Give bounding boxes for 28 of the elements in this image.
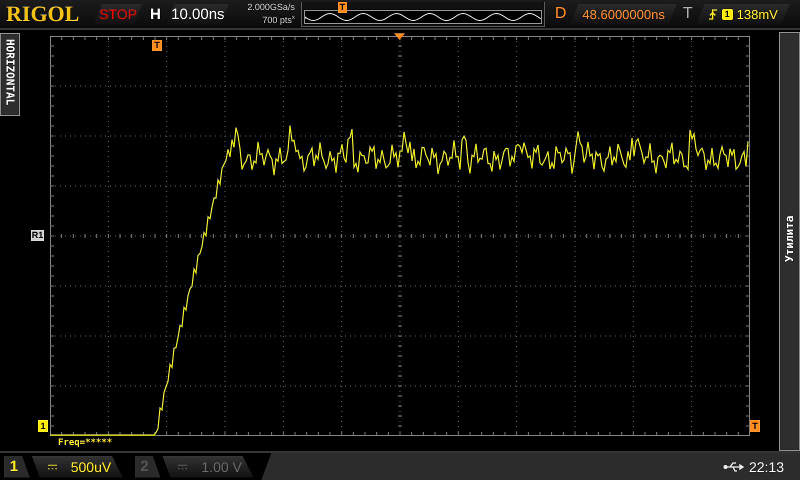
brand-logo: RIGOL [6,1,80,27]
trigger-level-marker[interactable]: T [750,420,760,432]
trigger-position-marker[interactable]: T [152,40,162,51]
sample-rate: 2.000GSa/s [247,2,295,13]
channel-ground-marker[interactable]: 1 [38,420,48,432]
trigger-setting[interactable]: 1 138mV [696,4,790,24]
frequency-measurement: Freq=***** [58,438,112,448]
channel-number[interactable]: 1 [4,456,30,478]
trigger-source-badge: 1 [722,8,733,20]
delay-value[interactable]: 48.6000000ns [570,4,677,24]
reference-marker[interactable]: R1 [31,230,44,241]
utility-menu-tab[interactable]: Утилита [779,32,800,451]
dc-coupling-icon [48,464,57,470]
dc-coupling-icon [178,464,188,470]
timebase-value[interactable]: 10.00ns [166,4,229,24]
usb-icon [722,460,745,472]
run-stop-status[interactable]: STOP [94,4,142,24]
trigger-label: T [682,5,693,23]
overview-trigger-marker: T [338,2,347,12]
horizontal-menu-tab[interactable]: HORIZONTAL [0,33,20,116]
rising-edge-icon [708,8,718,20]
trigger-level: 138mV [736,6,778,22]
memory-depth: 700 pts$^{x}$ [262,14,295,26]
horizontal-label: H [150,6,161,22]
center-marker-icon [394,33,405,40]
channel-scale[interactable]: 500uV [32,456,123,478]
delay-label: D [554,5,566,23]
clock-time: 22:13 [748,458,784,474]
